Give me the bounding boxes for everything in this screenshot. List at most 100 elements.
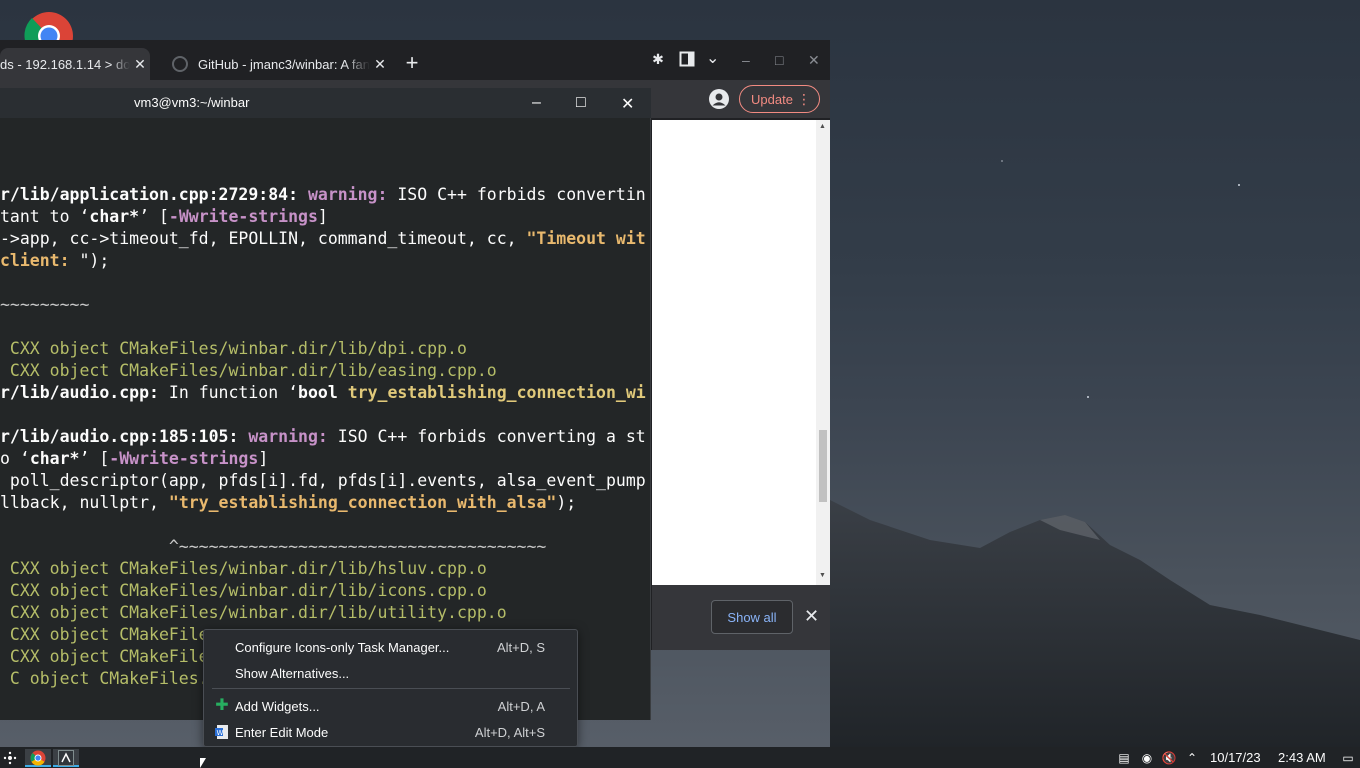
terminal-text-segment: bool: [298, 383, 348, 402]
menu-item-label: Show Alternatives...: [235, 666, 350, 681]
menu-item-shortcut: Alt+D, A: [497, 699, 545, 714]
terminal-line: r/lib/application.cpp:2729:84: warning: …: [0, 184, 646, 206]
terminal-line: r/lib/audio.cpp:185:105: warning: ISO C+…: [0, 426, 646, 448]
terminal-line: ^~~~~~~~~~~~: [0, 118, 650, 140]
terminal-text-segment: tant to ‘: [0, 207, 90, 226]
tab-github[interactable]: GitHub - jmanc3/winbar: A fan ✕: [160, 48, 390, 80]
terminal-line: CXX object CMakeFiles/winbar.dir/lib/ico…: [0, 580, 487, 602]
terminal-output[interactable]: ^~~~~~~~~~~~ r/lib/application.cpp:2729:8…: [0, 118, 650, 718]
maximize-icon[interactable]: □: [576, 94, 586, 112]
new-tab-button[interactable]: +: [400, 52, 424, 76]
terminal-line: CXX object CMakeFiles/winbar.dir/lib/hsl…: [0, 558, 487, 580]
context-menu: Configure Icons-only Task Manager... Alt…: [203, 629, 578, 747]
terminal-text-segment: CXX object CMakeFile: [0, 625, 209, 644]
terminal-line: ->app, cc->timeout_fd, EPOLLIN, command_…: [0, 228, 646, 250]
menu-item-show-alternatives[interactable]: Show Alternatives...: [204, 661, 577, 685]
terminal-text-segment: ");: [79, 251, 110, 270]
terminal-text-segment: ’ [: [139, 207, 169, 226]
terminal-text-segment: CXX object CMakeFile: [0, 647, 209, 666]
terminal-text-segment: C object CMakeFiles.: [0, 669, 209, 688]
terminal-line: CXX object CMakeFiles/winbar.dir/lib/uti…: [0, 602, 507, 624]
terminal-line: CXX object CMakeFile: [0, 646, 209, 668]
menu-item-label: Add Widgets...: [235, 699, 320, 714]
menu-item-shortcut: Alt+D, Alt+S: [474, 725, 545, 740]
show-all-button[interactable]: Show all: [711, 600, 793, 634]
tab-close-icon[interactable]: ✕: [370, 56, 390, 73]
media-player-icon[interactable]: ◉: [1139, 750, 1155, 766]
tab-ds[interactable]: ds - 192.168.1.14 > do ✕: [0, 48, 150, 80]
terminal-titlebar: vm3@vm3:~/winbar – □ ✕: [0, 88, 651, 118]
scroll-thumb[interactable]: [819, 430, 827, 502]
terminal-text-segment: ^~~~~~~~~~~~: [0, 119, 650, 138]
terminal-line: CXX object CMakeFile: [0, 624, 209, 646]
update-button[interactable]: Update ⋮: [739, 85, 820, 113]
close-icon[interactable]: ✕: [621, 94, 634, 114]
show-hidden-icons-chevron-icon[interactable]: ⌃: [1184, 750, 1200, 766]
clock-date[interactable]: 10/17/23: [1210, 750, 1261, 765]
terminal-text-segment: ]: [317, 207, 328, 226]
download-bar-close-icon[interactable]: ✕: [804, 606, 819, 627]
star: [1001, 160, 1003, 162]
volume-muted-icon[interactable]: 🔇: [1161, 750, 1177, 766]
terminal-text-segment: CXX object CMakeFiles/winbar.dir/lib/eas…: [0, 361, 497, 380]
terminal-text-segment: ISO C++ forbids convertin: [397, 185, 646, 204]
terminal-text-segment: CXX object CMakeFiles/winbar.dir/lib/hsl…: [0, 559, 487, 578]
terminal-text-segment: CXX object CMakeFiles/winbar.dir/lib/ico…: [0, 581, 487, 600]
terminal-line: o ‘char*’ [-Wwrite-strings]: [0, 448, 268, 470]
menu-item-configure-task-manager[interactable]: Configure Icons-only Task Manager... Alt…: [204, 635, 577, 659]
update-label: Update: [751, 91, 793, 107]
svg-text:W: W: [217, 729, 224, 737]
terminal-text-segment: char*: [29, 449, 80, 468]
extensions-icon[interactable]: ✱: [648, 49, 668, 69]
clipboard-icon[interactable]: ▤: [1116, 750, 1132, 766]
terminal-text-segment: r/lib/application.cpp:2729:84:: [0, 185, 308, 204]
side-panel-icon[interactable]: [677, 49, 697, 69]
terminal-text-segment: In function ‘: [168, 383, 299, 402]
app-launcher-icon[interactable]: [3, 749, 19, 767]
maximize-icon[interactable]: □: [775, 52, 783, 68]
plus-icon: ✚: [215, 697, 229, 714]
clock-time[interactable]: 2:43 AM: [1278, 750, 1326, 765]
terminal-text-segment: warning:: [248, 427, 338, 446]
terminal-line: poll_descriptor(app, pfds[i].fd, pfds[i]…: [0, 470, 646, 492]
terminal-taskbar-icon[interactable]: [53, 749, 79, 767]
terminal-text-segment: ->app, cc->timeout_fd, EPOLLIN, command_…: [0, 229, 527, 248]
terminal-window: vm3@vm3:~/winbar – □ ✕ ^~~~~~~~~~~~ r/lib…: [0, 88, 651, 720]
terminal-text-segment: CXX object CMakeFiles/winbar.dir/lib/uti…: [0, 603, 507, 622]
minimize-icon[interactable]: –: [532, 94, 541, 112]
star: [1238, 184, 1240, 186]
chrome-taskbar-icon[interactable]: [25, 749, 51, 767]
terminal-text-segment: try_establishing_connection_wi: [347, 383, 646, 402]
menu-item-label: Enter Edit Mode: [235, 725, 329, 740]
terminal-line: r/lib/audio.cpp: In function ‘bool try_e…: [0, 382, 646, 404]
page-content[interactable]: [652, 120, 816, 585]
scrollbar[interactable]: ▲ ▼: [816, 120, 830, 585]
terminal-text-segment: "try_establishing_connection_with_alsa": [168, 493, 557, 512]
profile-avatar-icon[interactable]: [708, 88, 730, 110]
scroll-down-icon[interactable]: ▼: [819, 572, 826, 579]
terminal-line: C object CMakeFiles.: [0, 668, 209, 690]
close-icon[interactable]: ✕: [808, 52, 820, 69]
terminal-text-segment: r/lib/audio.cpp:185:105:: [0, 427, 249, 446]
scroll-up-icon[interactable]: ▲: [819, 123, 826, 130]
terminal-text-segment: poll_descriptor(app, pfds[i].fd, pfds[i]…: [0, 471, 646, 490]
terminal-text-segment: ^~~~~~~~~~~~: [0, 273, 650, 292]
terminal-text-segment: ~~~~~~~~~: [0, 295, 90, 314]
peek-desktop-icon[interactable]: ▭: [1340, 750, 1356, 766]
terminal-line: client: ");: [0, 250, 109, 272]
terminal-text-segment: -Wwrite-strings: [109, 449, 259, 468]
terminal-text-segment: warning:: [307, 185, 398, 204]
minimize-icon[interactable]: –: [742, 52, 750, 68]
terminal-text-segment: ]: [258, 449, 269, 468]
terminal-text-segment: -Wwrite-strings: [168, 207, 318, 226]
tab-search-button[interactable]: ⌄: [706, 48, 719, 68]
terminal-text-segment: ’ [: [79, 449, 110, 468]
menu-item-add-widgets[interactable]: ✚ Add Widgets... Alt+D, A: [204, 694, 577, 718]
terminal-line: CXX object CMakeFiles/winbar.dir/lib/dpi…: [0, 338, 467, 360]
menu-item-enter-edit-mode[interactable]: W Enter Edit Mode Alt+D, Alt+S: [204, 720, 577, 744]
tab-close-icon[interactable]: ✕: [130, 56, 150, 73]
edit-mode-icon: W: [214, 724, 230, 740]
terminal-text-segment: "Timeout wit: [526, 229, 646, 248]
menu-item-shortcut: Alt+D, S: [496, 640, 545, 655]
terminal-text-segment: ^~~~~~~~~~~~~~~~~~~~~~~~~~~~~~~~~~~~~~: [0, 537, 547, 556]
